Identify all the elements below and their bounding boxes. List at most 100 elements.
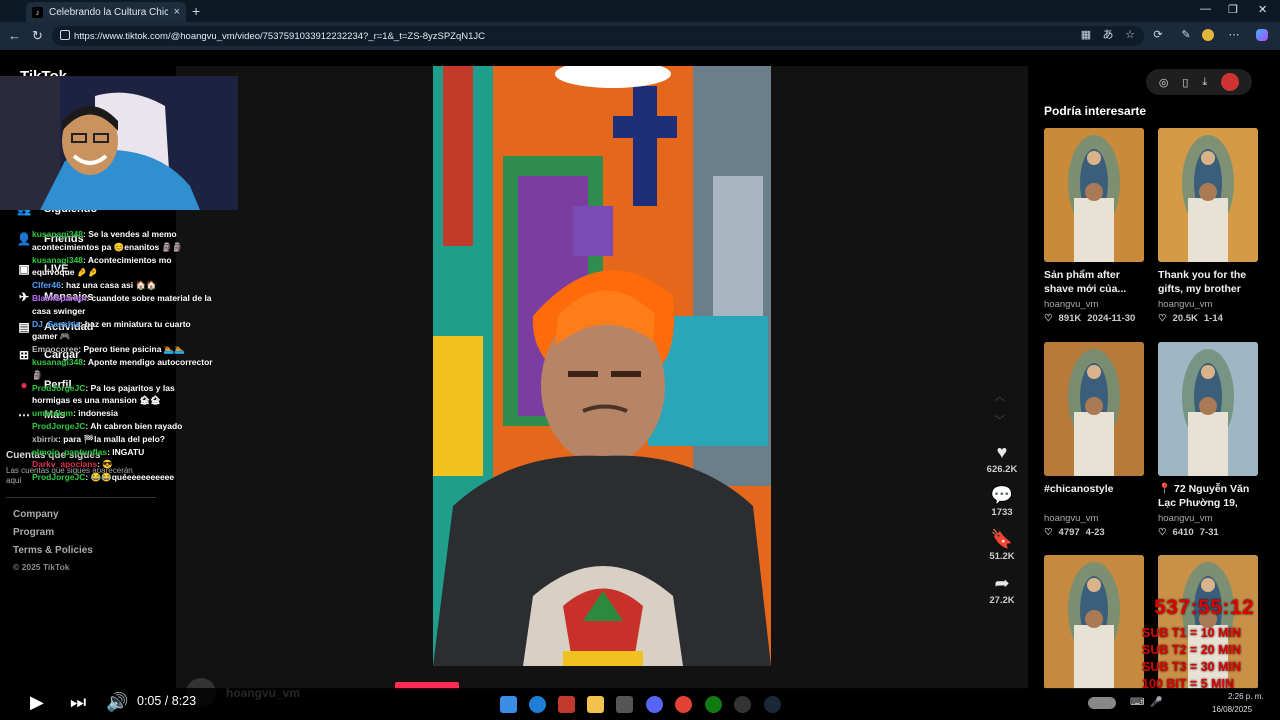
comment-icon[interactable]: 💬 — [980, 485, 1024, 507]
xbox-icon[interactable] — [705, 696, 722, 713]
card-title[interactable]: #chicanostyle — [1044, 482, 1144, 510]
new-tab-button[interactable]: + — [192, 3, 200, 19]
recommended-video-card[interactable]: 📍 72 Nguyễn Văn Lạc Phường 19, Quậ... hoa… — [1158, 342, 1258, 538]
discord-icon[interactable] — [646, 696, 663, 713]
chevron-up-icon[interactable]: ︿ — [994, 388, 1005, 404]
speed-icon[interactable]: ◎ — [1159, 76, 1169, 89]
chat-username: kusanagi348 — [32, 229, 84, 239]
video-thumbnail[interactable] — [1158, 128, 1258, 262]
chat-text: Ppero tiene psicina 🏊🏊 — [83, 344, 185, 355]
video-player[interactable] — [433, 66, 771, 666]
recommended-video-card[interactable]: Sản phẩm after shave mới của... hoangvu_v… — [1044, 128, 1144, 324]
card-likes: 6410 — [1172, 527, 1194, 538]
card-date: 4-23 — [1085, 527, 1105, 538]
chat-message: umbrelum: indonesia — [32, 407, 214, 420]
steam-icon[interactable] — [764, 696, 781, 713]
device-icon[interactable]: ▯ — [1182, 76, 1188, 89]
tab-close-icon[interactable]: × — [174, 6, 180, 18]
app-icon[interactable] — [616, 696, 633, 713]
card-author[interactable]: hoangvu_vm — [1158, 513, 1258, 524]
share-icon[interactable]: ➦ — [980, 573, 1024, 595]
next-icon[interactable]: ⏭ — [70, 692, 86, 713]
footer-link-terms[interactable]: Terms & Policies — [13, 545, 93, 556]
card-title[interactable]: 📍 72 Nguyễn Văn Lạc Phường 19, Quậ... — [1158, 482, 1258, 510]
card-author[interactable]: hoangvu_vm — [1044, 513, 1144, 524]
app-view-icon[interactable]: ▦ — [1080, 29, 1092, 41]
chat-text: haz una casa asi 🏠🏠 — [66, 280, 157, 291]
comment-action[interactable]: 💬 1733 — [980, 485, 1024, 518]
video-thumbnail[interactable] — [1044, 555, 1144, 689]
copyright: © 2025 TikTok — [13, 562, 70, 572]
copilot-icon[interactable] — [1256, 29, 1268, 41]
card-title[interactable]: Sản phẩm after shave mới của... — [1044, 268, 1144, 296]
app-icon[interactable] — [734, 696, 751, 713]
video-thumbnail[interactable] — [1044, 128, 1144, 262]
chevron-down-icon[interactable]: ﹀ — [994, 412, 1005, 428]
bookmark-icon[interactable]: 🔖 — [980, 529, 1024, 551]
heart-outline-icon: ♡ — [1158, 527, 1167, 538]
refresh-icon[interactable]: ↻ — [32, 28, 43, 44]
save-action[interactable]: 🔖 51.2K — [980, 529, 1024, 562]
chat-message: Clfer46: haz una casa asi 🏠🏠 — [32, 279, 214, 292]
chat-message: ProdJorgeJC: Ah cabron bien rayado — [32, 420, 214, 433]
app-icon[interactable] — [558, 696, 575, 713]
save-count: 51.2K — [989, 551, 1015, 562]
card-author[interactable]: hoangvu_vm — [1044, 299, 1144, 310]
browser-tab[interactable]: ♪ Celebrando la Cultura Chica × — [26, 2, 186, 22]
video-thumbnail[interactable] — [1044, 342, 1144, 476]
mic-icon[interactable]: 🎤 — [1150, 697, 1162, 708]
card-stats: ♡ 6410 7-31 — [1158, 527, 1258, 538]
chrome-icon[interactable] — [675, 696, 692, 713]
like-action[interactable]: ♥ 626.2K — [980, 442, 1024, 475]
download-icon[interactable]: ⤓ — [1202, 76, 1207, 89]
card-stats: ♡ 4797 4-23 — [1044, 527, 1144, 538]
minimize-button[interactable]: — — [1200, 3, 1211, 15]
collections-icon[interactable]: ✎ — [1180, 29, 1192, 41]
keyboard-icon[interactable]: ⌨ — [1130, 697, 1144, 708]
play-icon[interactable]: ▶ — [30, 692, 44, 713]
chat-username: DJ_Sanchiz — [32, 318, 80, 329]
subathon-timer: 537:55:12 — [1154, 596, 1255, 619]
profile-icon: ● — [20, 378, 28, 392]
card-date: 1-14 — [1203, 313, 1223, 324]
back-icon[interactable]: ← — [8, 28, 21, 43]
video-thumbnail[interactable] — [1158, 342, 1258, 476]
browser-menu-icon[interactable]: ⋯ — [1228, 29, 1240, 41]
chat-message: kusanagi348: Aponte mendigo autocorrecto… — [32, 356, 214, 382]
favorite-star-icon[interactable]: ☆ — [1124, 29, 1136, 41]
profile-avatar-icon[interactable] — [1202, 29, 1214, 41]
heart-outline-icon: ♡ — [1044, 313, 1053, 324]
maximize-button[interactable]: ❐ — [1228, 3, 1238, 16]
chat-username: Emoocoree — [32, 344, 79, 355]
recommended-video-card[interactable]: Thank you for the gifts, my brother is..… — [1158, 128, 1258, 324]
user-avatar-icon[interactable] — [1221, 73, 1240, 91]
chat-message: kusanagi348: Se la vendes al memo aconte… — [32, 228, 214, 254]
url-input[interactable]: https://www.tiktok.com/@hoangvu_vm/video… — [52, 26, 1144, 46]
windows-start-icon[interactable] — [500, 696, 517, 713]
card-author[interactable]: hoangvu_vm — [1158, 299, 1258, 310]
card-title[interactable]: Thank you for the gifts, my brother is..… — [1158, 268, 1258, 296]
playback-time: 0:05 / 8:23 — [137, 694, 197, 708]
recommended-video-card[interactable] — [1044, 555, 1144, 689]
edge-icon[interactable] — [529, 696, 546, 713]
chat-message: Darkv_apocians: 😎 — [32, 458, 214, 471]
card-likes: 20.5K — [1172, 313, 1198, 324]
share-action[interactable]: ➦ 27.2K — [980, 573, 1024, 606]
heart-icon[interactable]: ♥ — [980, 442, 1024, 464]
file-explorer-icon[interactable] — [587, 696, 604, 713]
footer-link-program[interactable]: Program — [13, 527, 54, 538]
card-stats: ♡ 20.5K 1-14 — [1158, 313, 1258, 324]
volume-icon[interactable]: 🔊 — [106, 692, 128, 713]
card-likes: 4797 — [1058, 527, 1080, 538]
close-window-button[interactable]: ✕ — [1258, 3, 1267, 16]
card-stats: ♡ 891K 2024-11-30 — [1044, 313, 1144, 324]
translate-icon[interactable]: あ — [1102, 29, 1114, 41]
recommendations-title: Podría interesarte — [1044, 104, 1147, 118]
toggle-icon[interactable] — [1088, 697, 1116, 709]
chat-username: Darkv_apocians — [32, 459, 98, 470]
sub-rule: SUB T2 = 20 MIN — [1142, 643, 1241, 657]
recommended-video-card[interactable]: #chicanostyle hoangvu_vm ♡ 4797 4-23 — [1044, 342, 1144, 538]
chat-message: kusanagi348: Acontecimientos mo equivoqu… — [32, 254, 214, 280]
extensions-icon[interactable]: ⟳ — [1152, 29, 1164, 41]
footer-link-company[interactable]: Company — [13, 509, 59, 520]
